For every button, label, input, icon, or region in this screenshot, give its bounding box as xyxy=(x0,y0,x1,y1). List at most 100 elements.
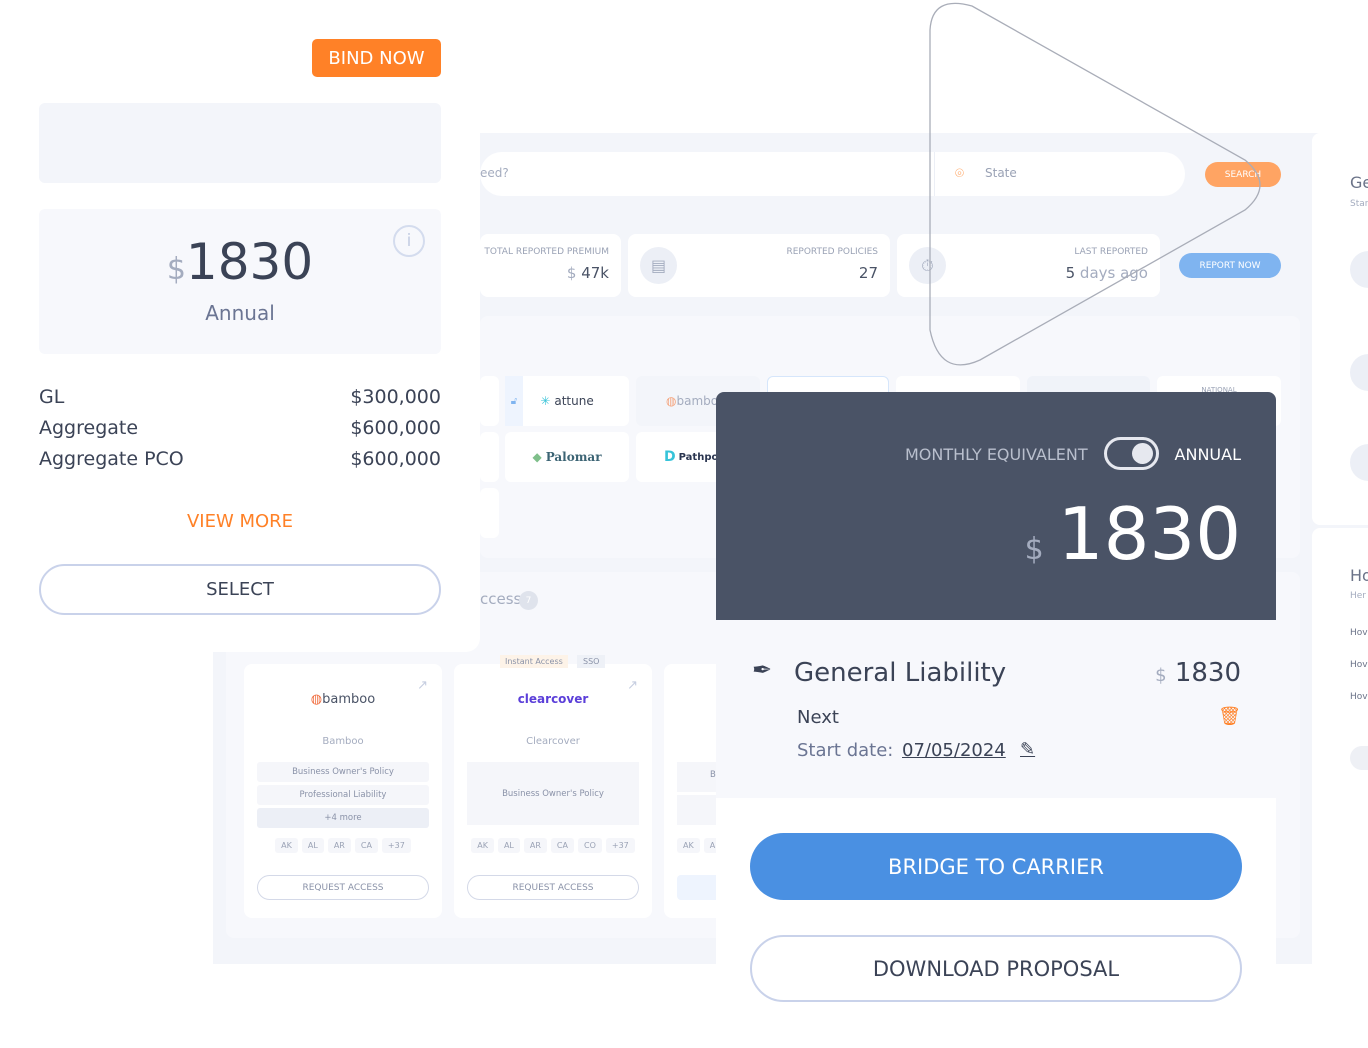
category-icon[interactable] xyxy=(1350,354,1368,391)
help-item[interactable]: Hov xyxy=(1350,660,1368,670)
trash-icon[interactable]: 🗑︎ xyxy=(1218,706,1241,727)
carrier-tile xyxy=(480,376,499,426)
limit-row: GL $300,000 xyxy=(39,382,441,413)
toggle-label-monthly: MONTHLY EQUIVALENT xyxy=(905,445,1088,464)
state-chip: AR xyxy=(523,838,547,853)
bamboo-logo-icon: ◍ xyxy=(666,394,677,408)
search-input[interactable]: eed? xyxy=(480,166,509,180)
help-item[interactable]: Hov xyxy=(1350,628,1368,638)
billing-toggle[interactable] xyxy=(1104,437,1159,470)
carrier-logo: bamboo xyxy=(322,692,376,707)
price-value: 1830 xyxy=(185,233,314,291)
limit-row: Aggregate PCO $600,000 xyxy=(39,444,441,475)
currency-symbol: $ xyxy=(1024,532,1044,567)
stat-policies: ▤ REPORTED POLICIES 27 xyxy=(628,234,890,297)
state-chip: AR xyxy=(327,838,351,853)
help-item[interactable]: Hov xyxy=(1350,692,1368,702)
carrier-tile-attune[interactable]: 🔓︎ ✳ attune xyxy=(505,376,629,426)
total-price: 1830 xyxy=(1057,492,1241,576)
carrier-tile-palomar[interactable]: ◆ Palomar xyxy=(505,432,629,482)
limit-value: $600,000 xyxy=(350,448,441,470)
state-chip: +37 xyxy=(381,838,411,853)
limit-label: GL xyxy=(39,386,65,408)
product-pill: Business Owner's Policy xyxy=(467,762,639,825)
start-date-label: Start date: xyxy=(797,740,894,761)
select-button[interactable]: SELECT xyxy=(39,564,441,615)
toggle-label-annual: ANNUAL xyxy=(1174,445,1241,464)
summary-card: MONTHLY EQUIVALENT ANNUAL $1830 ✒ Genera… xyxy=(716,392,1276,1048)
carrier-name: Palomar xyxy=(545,450,602,464)
bamboo-logo-icon: ◍ xyxy=(310,692,323,707)
policy-status: Next xyxy=(797,707,839,728)
access-card: B AK A xyxy=(664,664,724,918)
stat-value: 47k xyxy=(581,264,609,282)
limit-row: Aggregate $600,000 xyxy=(39,413,441,444)
limits-list: GL $300,000 Aggregate $600,000 Aggregate P… xyxy=(39,382,441,475)
limit-value: $600,000 xyxy=(350,417,441,439)
carrier-logo-placeholder xyxy=(39,103,441,183)
side-panel-help: Ho Her Hov Hov Hov xyxy=(1312,528,1368,964)
price-period: Annual xyxy=(205,301,275,325)
limit-label: Aggregate PCO xyxy=(39,448,184,470)
panel-subtitle: Star xyxy=(1350,199,1368,209)
policy-title: General Liability xyxy=(794,658,1007,688)
attune-logo-icon: ✳ xyxy=(540,394,551,408)
panel-title: Ge xyxy=(1350,173,1368,192)
limit-label: Aggregate xyxy=(39,417,139,439)
start-date-value[interactable]: 07/05/2024 xyxy=(902,740,1006,761)
side-panel-top: Ge Star xyxy=(1312,133,1368,525)
category-icon[interactable] xyxy=(1350,251,1368,288)
instant-access-badge: Instant Access xyxy=(500,655,568,668)
sso-badge: SSO xyxy=(577,655,606,668)
policy-line: ✒ General Liability $ 1830 Next 🗑︎ Start… xyxy=(716,620,1276,798)
state-chip: AL xyxy=(497,838,520,853)
carrier-name: Clearcover xyxy=(526,736,580,747)
more-products[interactable]: +4 more xyxy=(257,808,429,828)
view-more-link[interactable]: VIEW MORE xyxy=(39,511,441,532)
help-button[interactable] xyxy=(1350,746,1368,770)
panel-title: Ho xyxy=(1350,566,1368,585)
carrier-logo: clearcover xyxy=(517,692,589,706)
currency-symbol: $ xyxy=(166,252,186,287)
palomar-logo-icon: ◆ xyxy=(532,450,542,464)
request-access-button[interactable]: REQUEST ACCESS xyxy=(257,875,429,900)
carrier-name: Bamboo xyxy=(322,736,364,747)
stat-premium: TOTAL REPORTED PREMIUM $ 47k xyxy=(480,234,621,297)
quote-card: BIND NOW i $1830 Annual GL $300,000 Aggre… xyxy=(0,0,480,652)
pathpoint-logo-icon: D xyxy=(664,449,676,465)
download-proposal-button[interactable]: DOWNLOAD PROPOSAL xyxy=(750,935,1242,1002)
bridge-to-carrier-button[interactable]: BRIDGE TO CARRIER xyxy=(750,833,1242,900)
stat-value: 27 xyxy=(858,264,878,282)
toggle-knob xyxy=(1132,443,1153,464)
currency-symbol: $ xyxy=(1155,665,1167,686)
state-chip: AL xyxy=(301,838,324,853)
lock-icon: 🔓︎ xyxy=(505,376,523,426)
state-chip: AK xyxy=(471,838,494,853)
product-pill: Business Owner's Policy xyxy=(257,762,429,782)
state-chip: CO xyxy=(577,838,602,853)
state-chip: AK xyxy=(677,838,700,853)
stat-label: REPORTED POLICIES xyxy=(786,247,878,257)
pen-nib-icon: ✒ xyxy=(752,656,773,684)
panel-subtitle: Her xyxy=(1350,591,1367,601)
request-access-button[interactable]: REQUEST ACCESS xyxy=(467,875,639,900)
access-card-bamboo: ↗ ◍bamboo Bamboo Business Owner's Policy… xyxy=(244,664,442,918)
limit-value: $300,000 xyxy=(350,386,441,408)
carrier-name: attune xyxy=(554,394,594,408)
stat-label: TOTAL REPORTED PREMIUM xyxy=(484,247,609,257)
documents-icon: ▤ xyxy=(640,247,677,284)
bind-now-button[interactable]: BIND NOW xyxy=(312,39,441,77)
product-pill: Professional Liability xyxy=(257,785,429,805)
carrier-name: Pathpo xyxy=(678,451,719,463)
state-chip: +37 xyxy=(605,838,635,853)
state-chip: AK xyxy=(275,838,298,853)
category-icon[interactable] xyxy=(1350,444,1368,481)
edit-pencil-icon[interactable]: ✎ xyxy=(1020,739,1035,760)
external-link-icon[interactable]: ↗ xyxy=(417,678,428,693)
currency: $ xyxy=(566,264,577,282)
external-link-icon[interactable]: ↗ xyxy=(627,678,638,693)
policy-price: 1830 xyxy=(1174,658,1241,688)
price-box: i $1830 Annual xyxy=(39,209,441,354)
state-chip: CA xyxy=(550,838,574,853)
play-triangle-decoration xyxy=(929,2,1261,366)
